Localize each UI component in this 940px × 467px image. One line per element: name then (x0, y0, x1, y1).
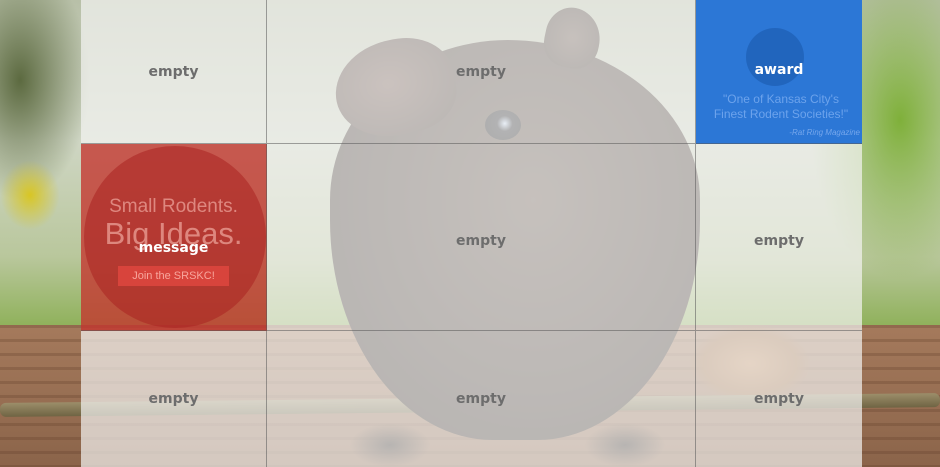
tile-label: empty (754, 391, 804, 407)
message-headline: Small Rodents. (109, 196, 238, 217)
join-button[interactable]: Join the SRSKC! (118, 266, 229, 286)
tile-label: empty (148, 63, 199, 80)
tile-r3c2[interactable]: empty (267, 331, 696, 467)
background-flower (0, 160, 60, 230)
tile-label: message (138, 240, 209, 256)
award-credit: -Rat Ring Magazine (789, 128, 860, 137)
tile-label: empty (456, 63, 506, 80)
tile-label: empty (456, 232, 506, 249)
tile-r2c2[interactable]: empty (267, 144, 696, 331)
tile-grid: empty empty award "One of Kansas City's … (81, 0, 862, 467)
award-quote-line: "One of Kansas City's (723, 92, 839, 106)
tile-label: empty (148, 391, 199, 407)
tile-r3c3[interactable]: empty (696, 331, 862, 467)
tile-label: award (754, 62, 804, 78)
award-quote-line: Finest Rodent Societies!" (713, 107, 849, 121)
award-quote: "One of Kansas City's Finest Rodent Soci… (696, 92, 862, 122)
tile-message[interactable]: Small Rodents. Big Ideas. message Join t… (81, 144, 267, 331)
tile-r1c2[interactable]: empty (267, 0, 696, 144)
tile-label: empty (754, 232, 804, 249)
tile-r1c1[interactable]: empty (81, 0, 267, 144)
tile-award[interactable]: award "One of Kansas City's Finest Roden… (696, 0, 862, 144)
tile-r3c1[interactable]: empty (81, 331, 267, 467)
tile-label: empty (456, 391, 506, 407)
tile-r2c3[interactable]: empty (696, 144, 862, 331)
